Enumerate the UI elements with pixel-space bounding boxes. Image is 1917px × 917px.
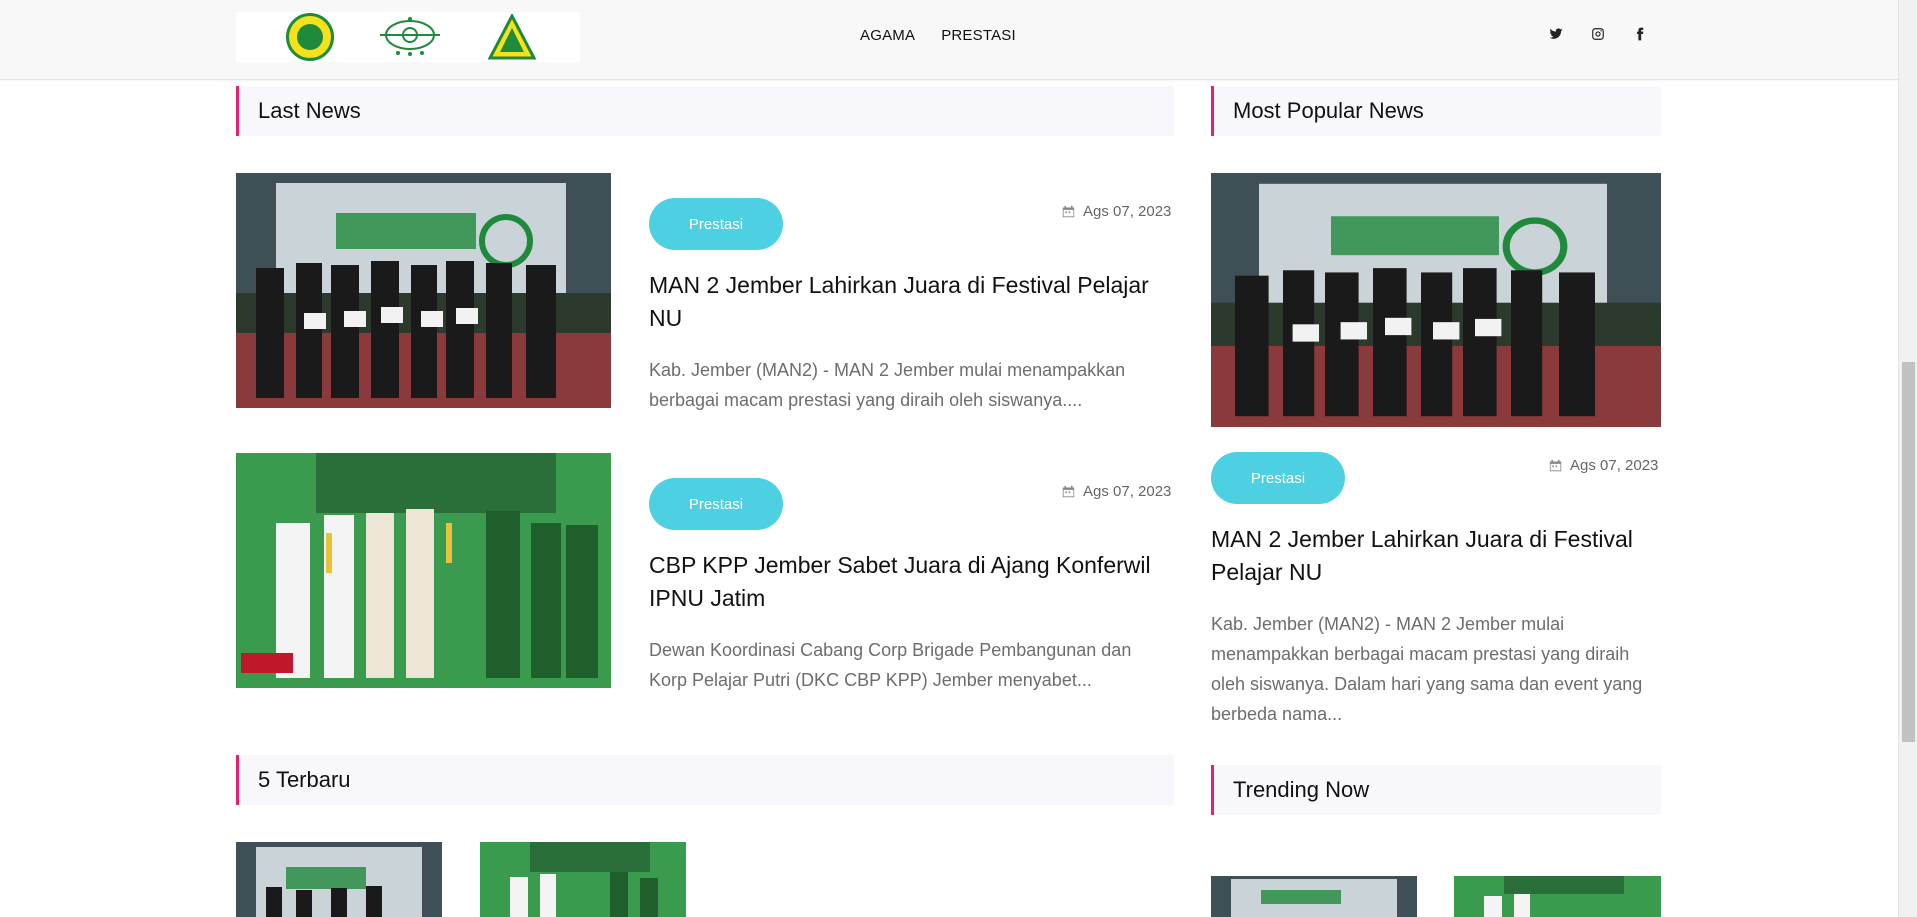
ipnu-logo — [487, 12, 537, 60]
scrollbar-thumb[interactable] — [1902, 362, 1915, 742]
calendar-icon — [1549, 459, 1562, 472]
article-date: Ags 07, 2023 — [1062, 203, 1171, 220]
popular-article-image[interactable] — [1211, 173, 1661, 427]
trending-heading: Trending Now — [1211, 765, 1661, 815]
article-date-text: Ags 07, 2023 — [1083, 483, 1172, 500]
article-date-text: Ags 07, 2023 — [1083, 203, 1172, 220]
article-date: Ags 07, 2023 — [1549, 457, 1658, 474]
nav-item-agama[interactable]: AGAMA — [860, 27, 915, 44]
article-excerpt: Kab. Jember (MAN2) - MAN 2 Jember mulai … — [649, 360, 1126, 410]
article-excerpt: Dewan Koordinasi Cabang Corp Brigade Pem… — [649, 640, 1132, 690]
calendar-icon — [1062, 205, 1075, 218]
last-news-heading: Last News — [236, 86, 1174, 136]
terbaru-heading: 5 Terbaru — [236, 755, 1174, 805]
calendar-icon — [1062, 485, 1075, 498]
main-nav: AGAMA PRESTASI — [860, 27, 1016, 44]
popular-article-excerpt: Kab. Jember (MAN2) - MAN 2 Jember mulai … — [1211, 614, 1643, 724]
popular-article-title[interactable]: MAN 2 Jember Lahirkan Juara di Festival … — [1211, 523, 1651, 589]
article-date-text: Ags 07, 2023 — [1570, 457, 1659, 474]
category-badge[interactable]: Prestasi — [649, 478, 783, 530]
article-title[interactable]: CBP KPP Jember Sabet Juara di Ajang Konf… — [649, 549, 1179, 615]
page-scrollbar[interactable] — [1898, 0, 1917, 917]
terbaru-thumb[interactable] — [480, 842, 686, 917]
category-badge[interactable]: Prestasi — [649, 198, 783, 250]
instagram-icon[interactable] — [1590, 26, 1606, 42]
twitter-icon[interactable] — [1548, 26, 1564, 42]
facebook-icon[interactable] — [1632, 26, 1648, 42]
article-2-image[interactable] — [236, 453, 611, 688]
terbaru-thumb[interactable] — [236, 842, 442, 917]
category-badge[interactable]: Prestasi — [1211, 452, 1345, 504]
article-1-image[interactable] — [236, 173, 611, 408]
trending-thumb[interactable] — [1454, 876, 1661, 917]
social-links — [1548, 26, 1648, 42]
trending-thumb[interactable] — [1211, 876, 1417, 917]
popular-heading: Most Popular News — [1211, 86, 1661, 136]
nu-logo — [370, 15, 450, 59]
pergunu-logo — [286, 13, 334, 61]
site-header: AGAMA PRESTASI — [0, 0, 1898, 80]
article-title[interactable]: MAN 2 Jember Lahirkan Juara di Festival … — [649, 269, 1179, 335]
logo-strip[interactable] — [236, 12, 580, 62]
article-date: Ags 07, 2023 — [1062, 483, 1171, 500]
nav-item-prestasi[interactable]: PRESTASI — [941, 27, 1016, 44]
